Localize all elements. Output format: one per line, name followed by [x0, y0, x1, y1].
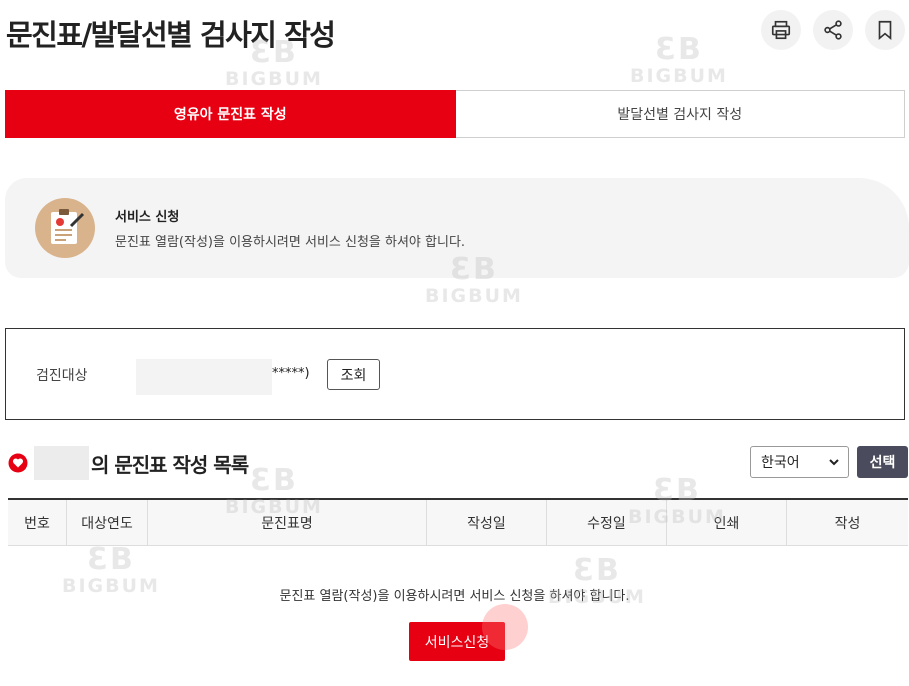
masked-id-suffix: *****): [272, 366, 310, 381]
tab-development-screening[interactable]: 발달선별 검사지 작성: [455, 90, 905, 138]
share-button[interactable]: [813, 10, 853, 50]
share-icon: [824, 20, 842, 40]
column-write: 작성: [834, 515, 861, 532]
watermark: ƐB BIGBUM: [548, 553, 646, 609]
tab-infant-questionnaire[interactable]: 영유아 문진표 작성: [5, 90, 456, 138]
column-target-year: 대상연도: [67, 500, 148, 545]
column-number: 번호: [8, 500, 67, 545]
masked-name-blur: [136, 359, 272, 395]
list-heading: 의 문진표 작성 목록: [8, 446, 249, 480]
bookmark-icon: [878, 20, 892, 41]
tab-bar: 영유아 문진표 작성 발달선별 검사지 작성: [5, 90, 905, 138]
masked-name-blur: [34, 446, 89, 480]
select-button[interactable]: 선택: [857, 446, 908, 478]
watermark: ƐB BIGBUM: [630, 32, 728, 88]
notice-title: 서비스 신청: [115, 210, 180, 225]
language-select[interactable]: 한국어: [750, 446, 849, 478]
clipboard-icon: [35, 198, 95, 258]
heart-icon: [8, 453, 28, 473]
language-selected: 한국어: [761, 455, 800, 471]
print-button[interactable]: [761, 10, 801, 50]
lookup-button[interactable]: 조회: [327, 359, 380, 390]
watermark: ƐB BIGBUM: [425, 252, 523, 308]
watermark: ƐB BIGBUM: [62, 542, 160, 598]
exam-target-label: 검진대상: [36, 368, 88, 384]
table-header: 번호 대상연도 문진표명 작성일 수정일 인쇄 작성: [8, 498, 908, 546]
watermark: ƐB BIGBUM: [628, 473, 726, 529]
notice-description: 문진표 열람(작성)을 이용하시려면 서비스 신청을 하셔야 합니다.: [115, 235, 466, 250]
printer-icon: [771, 20, 791, 40]
column-created-date: 작성일: [427, 500, 547, 545]
chevron-down-icon: [829, 459, 839, 466]
exam-target-panel: 검진대상 *****) 조회: [5, 328, 905, 420]
watermark: ƐB BIGBUM: [225, 35, 323, 91]
watermark: ƐB BIGBUM: [225, 463, 323, 519]
bookmark-button[interactable]: [865, 10, 905, 50]
click-indicator: [482, 604, 528, 650]
